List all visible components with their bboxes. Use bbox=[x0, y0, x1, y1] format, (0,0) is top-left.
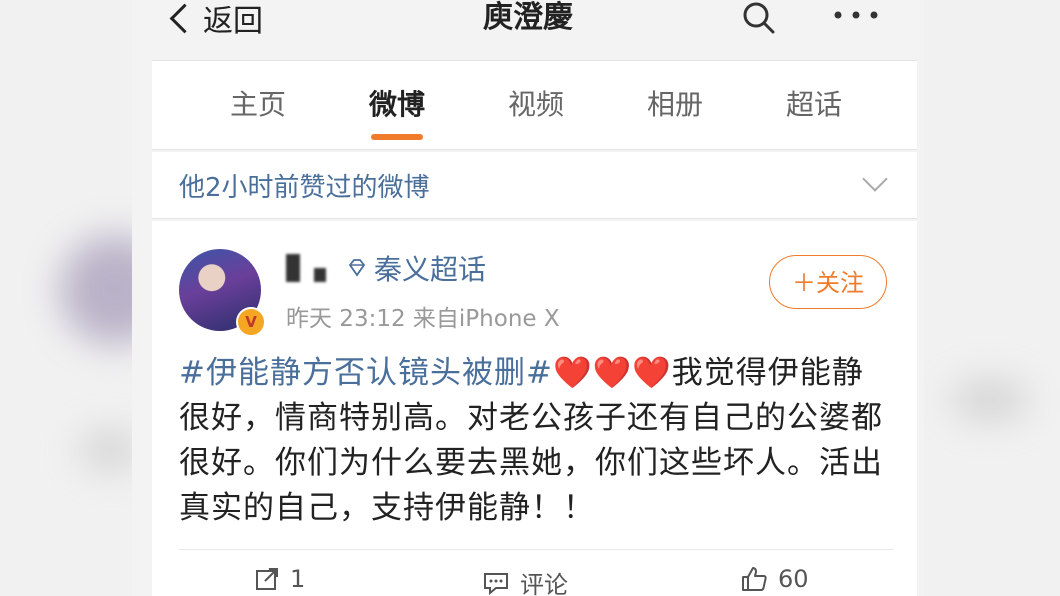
follow-button[interactable]: ＋关注 bbox=[769, 255, 887, 309]
tab-weibo[interactable]: 微博 bbox=[369, 83, 425, 123]
liked-banner[interactable]: 他2小时前赞过的微博 bbox=[152, 152, 917, 219]
like-button[interactable]: 60 bbox=[740, 565, 809, 593]
page-title: 庾澄慶 bbox=[483, 0, 573, 35]
diamond-icon bbox=[348, 259, 366, 277]
post-author[interactable]: 秦义超话 bbox=[286, 248, 486, 288]
repost-button[interactable]: 1 bbox=[254, 565, 305, 593]
active-tab-indicator bbox=[371, 134, 423, 140]
profile-tabs: 主页 微博 视频 相册 超话 bbox=[152, 60, 917, 150]
like-count: 60 bbox=[778, 565, 809, 593]
thumbs-up-icon bbox=[742, 567, 767, 591]
weibo-post: V 秦义超话 昨天 23:12 来自iPhone X ＋关注 #伊能静方否认镜头… bbox=[152, 221, 917, 596]
super-topic-link[interactable]: 秦义超话 bbox=[374, 248, 486, 288]
comment-icon bbox=[484, 572, 508, 595]
comment-button[interactable]: 评论 bbox=[482, 565, 568, 596]
background-blur bbox=[80, 430, 140, 470]
share-icon bbox=[256, 568, 278, 590]
divider bbox=[179, 549, 894, 550]
redacted-username bbox=[314, 268, 326, 282]
post-meta: 昨天 23:12 来自iPhone X bbox=[286, 306, 560, 332]
tab-album[interactable]: 相册 bbox=[647, 83, 703, 123]
content-area: 主页 微博 视频 相册 超话 他2小时前赞过的微博 V 秦义超话 昨天 23:1… bbox=[152, 60, 917, 596]
chevron-down-icon[interactable] bbox=[862, 166, 888, 192]
more-icon[interactable] bbox=[832, 0, 882, 36]
comment-label: 评论 bbox=[520, 571, 568, 596]
repost-count: 1 bbox=[290, 565, 306, 593]
verified-badge-icon: V bbox=[236, 307, 266, 337]
redacted-username bbox=[286, 254, 300, 282]
search-icon[interactable] bbox=[740, 0, 776, 36]
top-nav-bar: 返回 庾澄慶 bbox=[132, 0, 924, 60]
post-actions: 1 评论 60 bbox=[152, 561, 917, 596]
tab-super-topic[interactable]: 超话 bbox=[786, 83, 842, 123]
phone-screen: 返回 庾澄慶 主页 微博 视频 相册 超话 他2小时前赞过的微博 V 秦义超话 … bbox=[132, 0, 924, 596]
tab-home[interactable]: 主页 bbox=[230, 83, 286, 123]
heart-emojis: ❤️❤️❤️ bbox=[552, 355, 672, 391]
background-blur bbox=[950, 380, 1030, 420]
hashtag-link[interactable]: #伊能静方否认镜头被删# bbox=[179, 355, 553, 391]
tab-video[interactable]: 视频 bbox=[508, 83, 564, 123]
liked-banner-text: 他2小时前赞过的微博 bbox=[179, 173, 430, 203]
post-body: #伊能静方否认镜头被删#❤️❤️❤️我觉得伊能静很好，情商特别高。对老公孩子还有… bbox=[179, 351, 894, 531]
